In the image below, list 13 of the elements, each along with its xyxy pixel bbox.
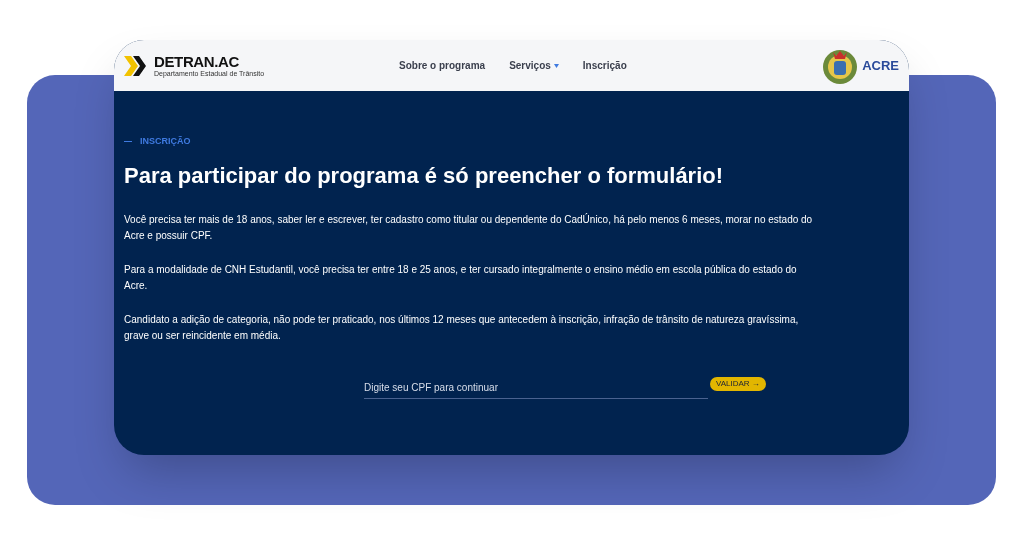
validate-button[interactable]: VALIDAR → [710, 376, 766, 391]
section-eyebrow: INSCRIÇÃO [140, 135, 191, 148]
nav-link[interactable]: Sobre o programa [399, 58, 486, 73]
cpf-input-field[interactable]: Digite seu CPF para continuar [364, 379, 708, 399]
nav-link[interactable]: Serviços [509, 58, 559, 73]
paragraph: Candidato a adição de categoria, não pode ter praticado, nos últimos 12 meses que antecedem à inscrição, infração de trânsito de natureza gravíssima, grave ou ser reincidente em média. [124, 312, 800, 343]
chevron-logo-icon [124, 55, 148, 76]
paragraph: Você precisa ter mais de 18 anos, saber ler e escrever, ter cadastro como titular ou dependente do CadÚnico, há pelo menos 6 meses, morar no estado do Acre e possuir CPF. [124, 212, 814, 243]
section-title: Para participar do programa é só preencher o formulário! [124, 161, 725, 190]
paragraph: Para a modalidade de CNH Estudantil, você precisa ter entre 18 e 25 anos, e ter cursado integralmente o ensino médio em escola pública do estado do Acre. [124, 262, 798, 293]
state-logo-text: ACRE [862, 56, 899, 75]
logo-title: DETRAN.AC [154, 54, 240, 69]
nav-link[interactable]: Inscrição [582, 58, 627, 73]
